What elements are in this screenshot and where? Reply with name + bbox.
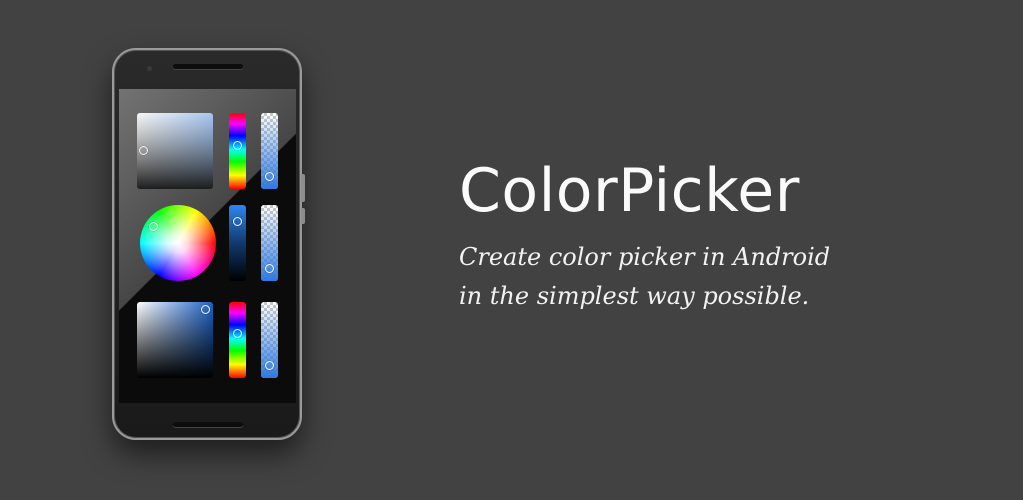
bottom-speaker-icon xyxy=(173,422,243,427)
alpha-slider-2[interactable] xyxy=(261,205,278,281)
phone-volume-button xyxy=(301,208,305,224)
color-wheel[interactable] xyxy=(140,205,216,281)
value-slider-knob[interactable] xyxy=(233,217,242,226)
phone-power-button xyxy=(301,174,305,202)
alpha-slider-1-knob[interactable] xyxy=(265,172,274,181)
color-wheel-knob[interactable] xyxy=(149,222,158,231)
square-3-knob[interactable] xyxy=(201,305,210,314)
tagline-line-1: Create color picker in Android xyxy=(459,243,831,271)
hue-slider-3[interactable] xyxy=(229,302,246,378)
alpha-slider-1[interactable] xyxy=(261,113,278,189)
saturation-value-square-1[interactable] xyxy=(137,113,213,189)
saturation-value-square-3[interactable] xyxy=(137,302,213,378)
hue-slider-1-knob[interactable] xyxy=(233,141,242,150)
hue-slider-1[interactable] xyxy=(229,113,246,189)
alpha-slider-3-knob[interactable] xyxy=(265,361,274,370)
tagline-line-2: in the simplest way possible. xyxy=(459,282,810,310)
front-camera-icon xyxy=(147,66,152,71)
alpha-slider-3[interactable] xyxy=(261,302,278,378)
value-slider[interactable] xyxy=(229,205,246,281)
hue-slider-3-knob[interactable] xyxy=(233,329,242,338)
speaker-icon xyxy=(173,64,243,69)
square-1-knob[interactable] xyxy=(139,146,148,155)
app-title: ColorPicker xyxy=(459,156,800,226)
alpha-slider-2-knob[interactable] xyxy=(265,264,274,273)
